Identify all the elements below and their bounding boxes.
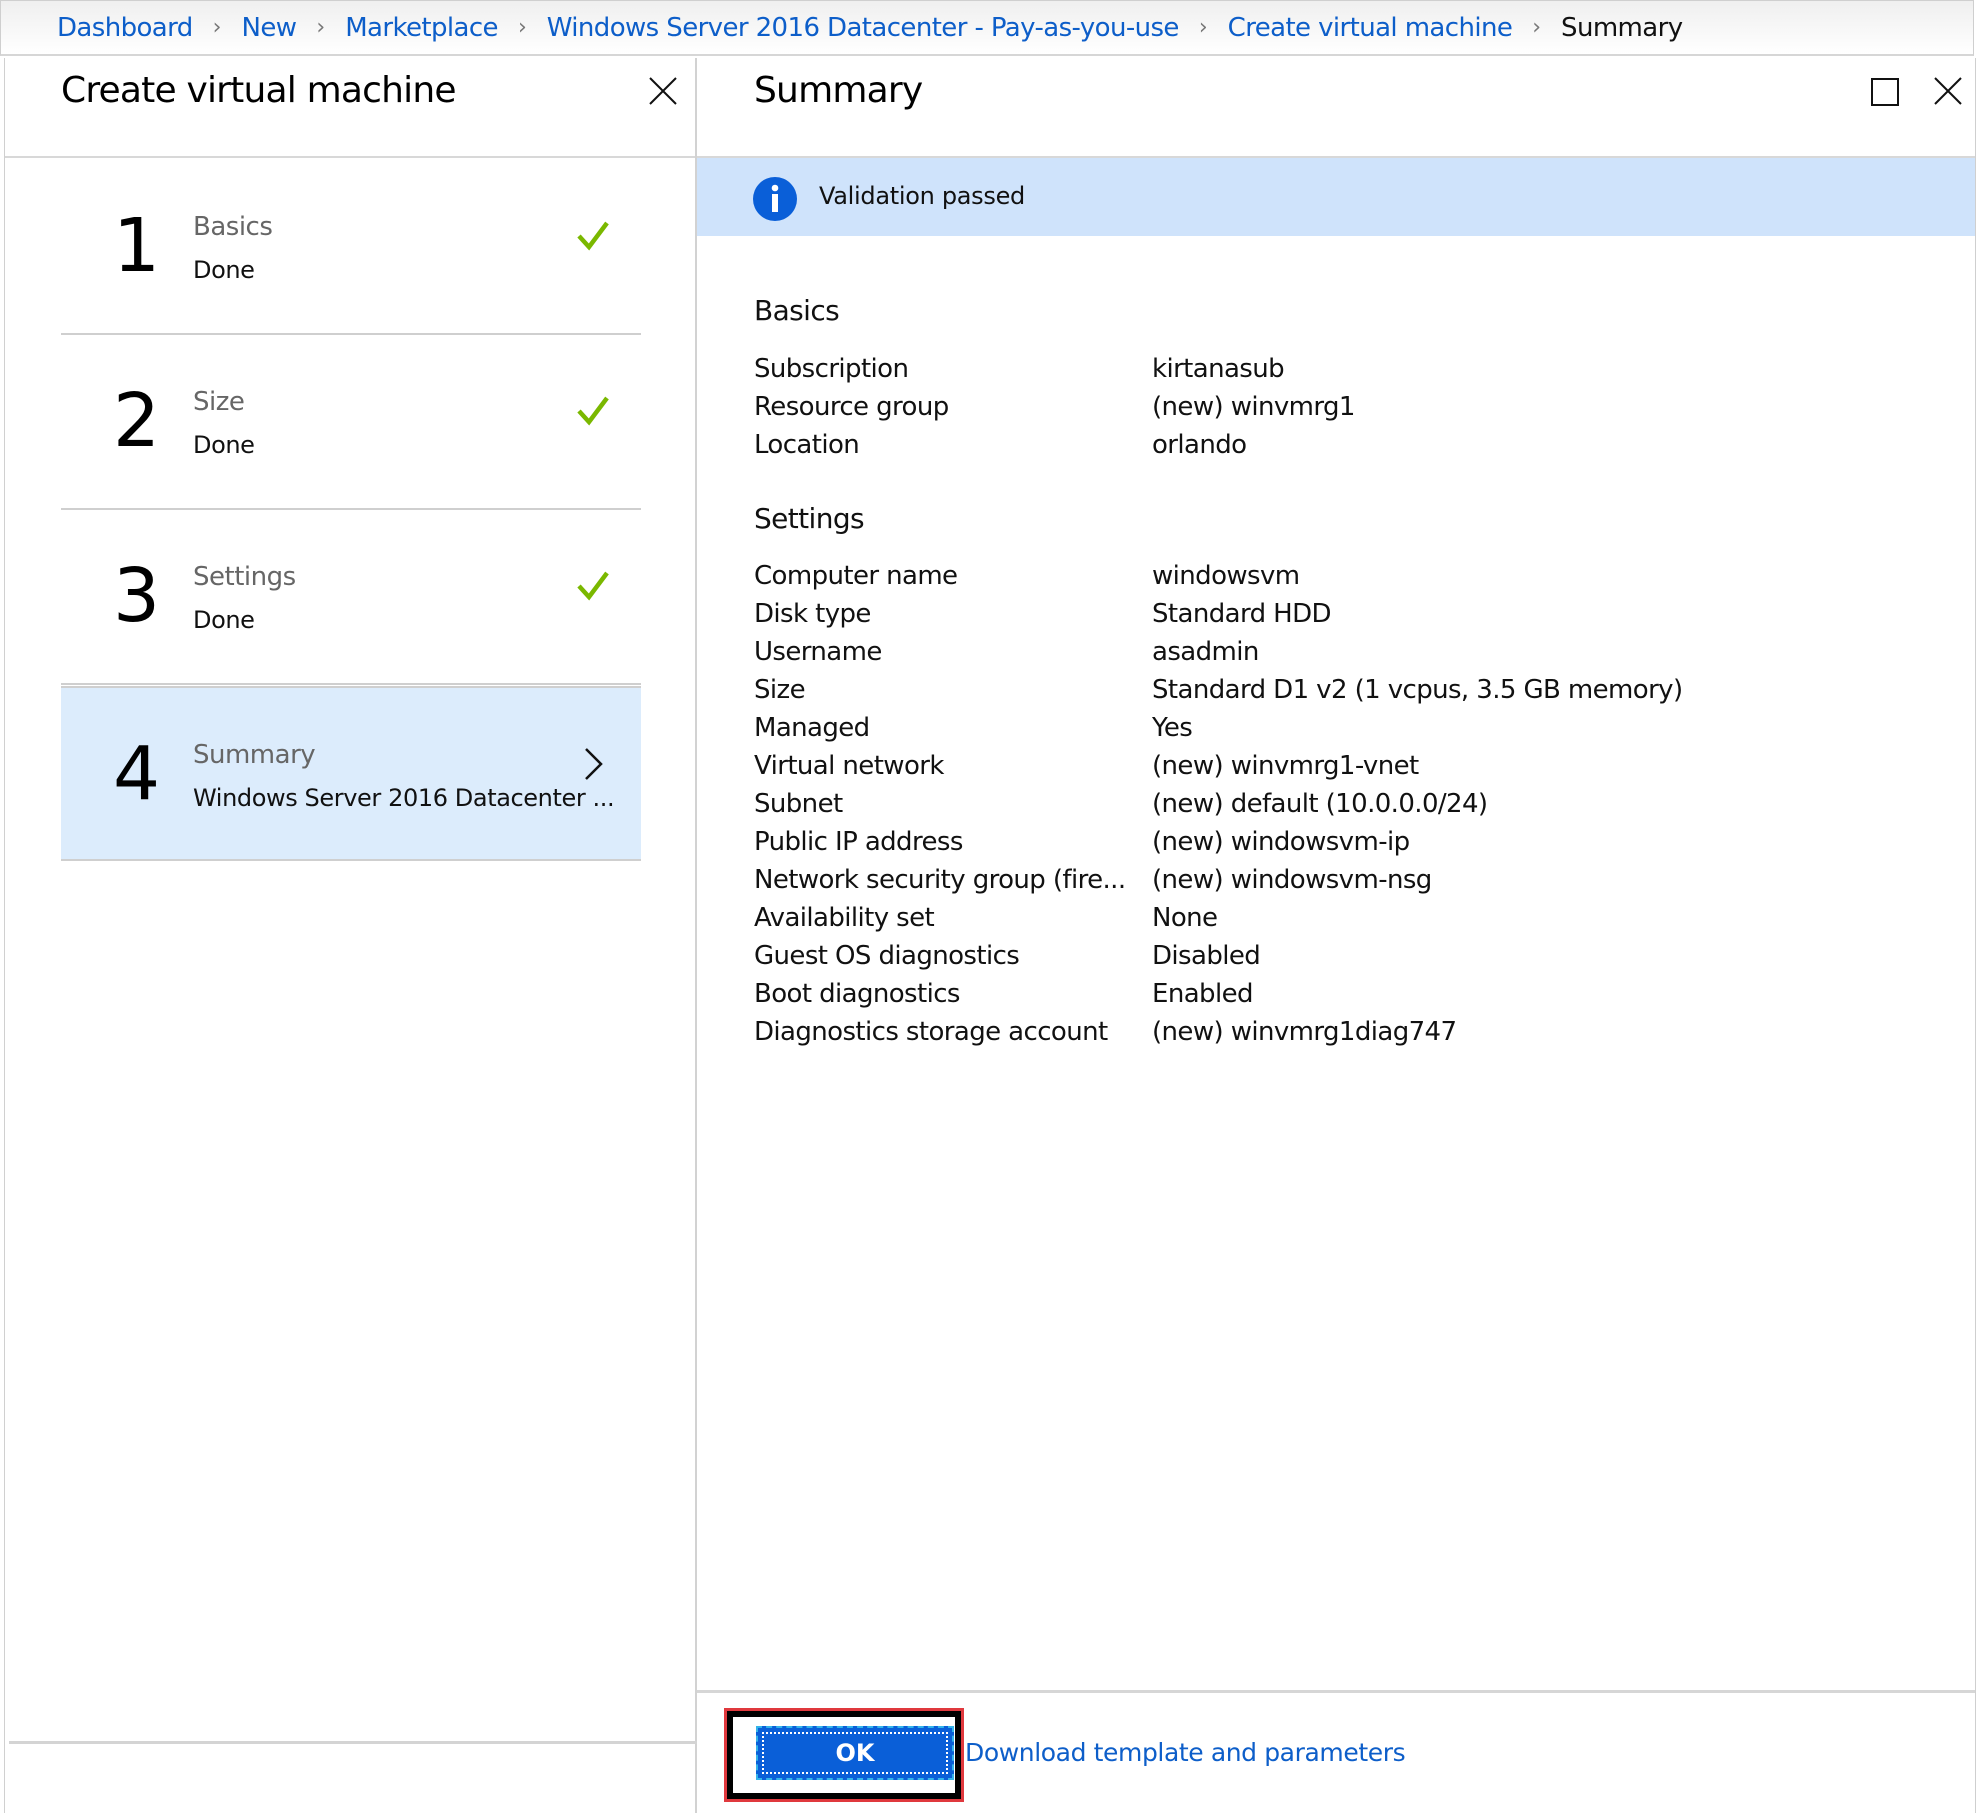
row-label: Network security group (fire... [754,865,1126,895]
chevron-right-icon: › [517,15,527,40]
row-label: Computer name [754,561,958,591]
row-value: (new) windowsvm-ip [1152,827,1410,857]
breadcrumb-summary: Summary [1561,12,1683,43]
step-status: Done [193,606,255,634]
row-label: Managed [754,713,870,743]
step-basics[interactable]: 1 Basics Done [61,160,641,335]
breadcrumb-dashboard[interactable]: Dashboard [57,13,193,43]
step-title: Summary [193,740,316,770]
close-icon[interactable] [648,76,678,106]
checkmark-icon [575,218,611,254]
info-icon [752,176,798,222]
blade-title: Summary [754,70,923,111]
step-settings[interactable]: 3 Settings Done [61,510,641,685]
chevron-right-icon: › [1198,15,1208,40]
section-title-basics: Basics [754,294,840,327]
step-description: Windows Server 2016 Datacenter ... [193,784,615,812]
row-value: Yes [1152,713,1193,743]
step-number: 3 [113,553,160,639]
row-label: Virtual network [754,751,944,781]
row-value: Disabled [1152,941,1261,971]
row-value: kirtanasub [1152,354,1285,384]
breadcrumb-create-vm[interactable]: Create virtual machine [1228,13,1513,43]
maximize-icon[interactable] [1871,78,1899,106]
download-template-link[interactable]: Download template and parameters [965,1738,1406,1767]
row-value: windowsvm [1152,561,1300,591]
validation-banner: Validation passed [697,158,1975,236]
section-title-settings: Settings [754,502,865,535]
breadcrumb: Dashboard › New › Marketplace › Windows … [0,0,1974,56]
step-status: Done [193,256,255,284]
row-label: Guest OS diagnostics [754,941,1020,971]
ok-button[interactable]: OK [756,1726,954,1780]
blade-title: Create virtual machine [61,70,457,111]
row-label: Availability set [754,903,935,933]
row-value: (new) winvmrg1-vnet [1152,751,1419,781]
row-value: (new) winvmrg1 [1152,392,1355,422]
checkmark-icon [575,568,611,604]
step-status: Done [193,431,255,459]
row-value: (new) windowsvm-nsg [1152,865,1432,895]
summary-blade: Summary Validation passed Basics Subscri… [697,58,1976,1813]
row-value: asadmin [1152,637,1259,667]
step-title: Basics [193,212,273,242]
row-value: Standard HDD [1152,599,1332,629]
footer-divider [697,1690,1975,1693]
validation-message: Validation passed [819,182,1025,210]
step-title: Settings [193,562,296,592]
blade-header: Summary [697,58,1975,158]
chevron-right-icon [575,746,611,782]
row-value: Enabled [1152,979,1253,1009]
breadcrumb-marketplace[interactable]: Marketplace [345,13,498,43]
row-value: orlando [1152,430,1247,460]
row-label: Disk type [754,599,871,629]
row-label: Size [754,675,806,705]
breadcrumb-windows-server[interactable]: Windows Server 2016 Datacenter - Pay-as-… [547,13,1180,43]
step-number: 2 [113,378,160,464]
row-label: Boot diagnostics [754,979,960,1009]
step-size[interactable]: 2 Size Done [61,335,641,510]
row-value: (new) default (10.0.0.0/24) [1152,789,1488,819]
row-value: Standard D1 v2 (1 vcpus, 3.5 GB memory) [1152,675,1683,705]
step-number: 4 [113,731,160,817]
blade-header: Create virtual machine [5,58,695,158]
close-icon[interactable] [1933,76,1963,106]
row-value: None [1152,903,1218,933]
row-label: Location [754,430,860,460]
row-label: Resource group [754,392,949,422]
chevron-right-icon: › [316,15,326,40]
create-vm-blade: Create virtual machine 1 Basics Done 2 S… [4,58,700,1813]
step-number: 1 [113,203,160,289]
row-value: (new) winvmrg1diag747 [1152,1017,1457,1047]
divider [9,1741,700,1744]
row-label: Subscription [754,354,909,384]
step-title: Size [193,387,245,417]
step-summary[interactable]: 4 Summary Windows Server 2016 Datacenter… [61,686,641,861]
row-label: Username [754,637,882,667]
row-label: Public IP address [754,827,963,857]
row-label: Subnet [754,789,843,819]
row-label: Diagnostics storage account [754,1017,1108,1047]
chevron-right-icon: › [1532,15,1542,40]
chevron-right-icon: › [212,15,222,40]
checkmark-icon [575,393,611,429]
breadcrumb-new[interactable]: New [241,13,297,43]
